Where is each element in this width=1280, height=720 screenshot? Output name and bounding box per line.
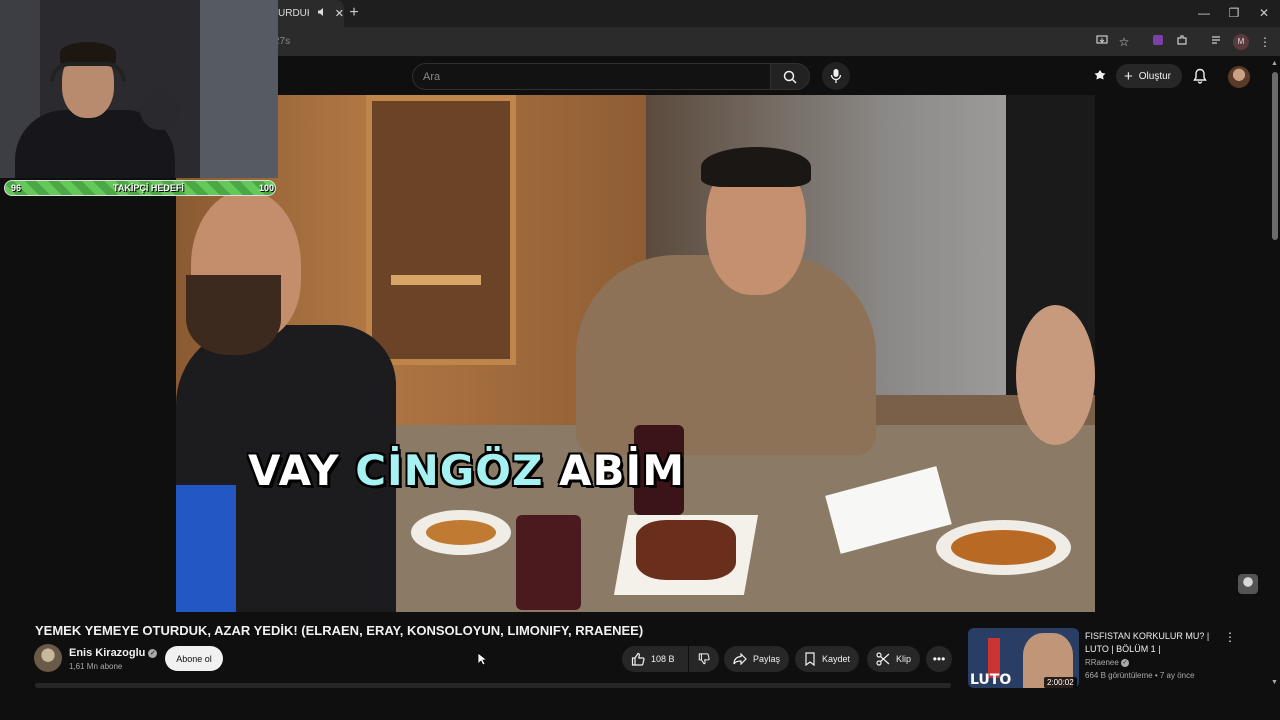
video-shelf (391, 275, 481, 285)
video-soup-left (426, 520, 496, 545)
video-caption: VAY CİNGÖZ ABİM (248, 446, 685, 495)
share-label: Paylaş (753, 654, 781, 664)
create-button[interactable]: + Oluştur (1116, 64, 1182, 88)
video-glass (516, 515, 581, 610)
recommended-video-channel[interactable]: RRaenee ✓ (1085, 658, 1130, 667)
description-box-edge[interactable] (35, 683, 951, 688)
speaker-icon[interactable] (317, 7, 327, 20)
clip-label: Klip (896, 654, 912, 664)
media-icon[interactable] (1209, 34, 1225, 50)
webcam-streamer-hair (60, 42, 116, 64)
microphone-icon (830, 69, 842, 83)
clip-button[interactable]: Klip (867, 646, 921, 672)
more-actions-button[interactable]: ••• (926, 646, 952, 672)
close-window-icon[interactable]: ✕ (1254, 4, 1274, 22)
thumbs-down-icon (698, 653, 710, 665)
video-food (636, 520, 736, 580)
extension-icon[interactable] (1150, 34, 1166, 50)
search-input[interactable]: Ara (412, 63, 770, 90)
create-label: Oluştur (1138, 70, 1171, 82)
tab-title: URDUK, (278, 8, 309, 19)
browser-tab[interactable]: URDUK, ✕ (272, 0, 344, 27)
plus-icon[interactable]: + (346, 5, 362, 21)
profile-initial: M (1237, 37, 1245, 46)
recommended-video-meta: 664 B görüntüleme • 7 ay önce (1085, 671, 1195, 680)
follower-goal-bar: 96 TAKİPÇİ HEDEFİ 100 (4, 180, 276, 196)
video-person-left-beard (186, 275, 281, 355)
voice-search-button[interactable] (822, 62, 850, 90)
share-icon (733, 653, 747, 665)
recommended-channel-name: RRaenee (1085, 658, 1119, 667)
install-icon[interactable] (1094, 34, 1110, 50)
scroll-down-icon[interactable]: ▼ (1271, 679, 1279, 687)
caption-word-3: ABİM (543, 446, 685, 495)
follow-goal-current: 96 (11, 183, 22, 193)
thumbs-up-icon (631, 652, 645, 666)
channel-name-text: Enis Kirazoglu (69, 647, 146, 659)
bookmark-icon (805, 652, 815, 666)
account-avatar[interactable] (1228, 66, 1250, 88)
caption-word-1: VAY (248, 446, 356, 495)
verified-icon: ✓ (1121, 658, 1130, 667)
video-watermark-avatar (1238, 574, 1258, 594)
microphone-icon (140, 90, 180, 130)
follow-goal-label: TAKİPÇİ HEDEFİ (113, 183, 184, 193)
video-person-blue-sleeve (176, 485, 236, 612)
star-icon[interactable]: ☆ (1116, 34, 1132, 50)
thumbnail-text: LUTO (970, 672, 1012, 688)
mouse-cursor-icon (477, 652, 487, 666)
verified-icon: ✓ (148, 648, 158, 658)
search-icon (783, 70, 797, 84)
follow-goal-target: 100 (259, 183, 275, 193)
webcam-wall (200, 0, 278, 178)
profile-icon[interactable]: M (1233, 34, 1249, 50)
search-button[interactable] (770, 63, 810, 90)
subscribe-button[interactable]: Abone ol (165, 646, 223, 671)
close-icon[interactable]: ✕ (335, 7, 344, 20)
puzzle-icon[interactable] (1174, 34, 1190, 50)
search-placeholder: Ara (423, 71, 441, 83)
more-horizontal-icon: ••• (932, 652, 946, 666)
video-player[interactable] (176, 95, 1095, 612)
save-button[interactable]: Kaydet (795, 646, 860, 672)
like-button[interactable]: 108 B (622, 646, 688, 672)
headphones-icon (50, 62, 126, 82)
scissors-icon (876, 652, 890, 666)
video-person-right-head (1016, 305, 1095, 445)
dislike-button[interactable] (689, 646, 719, 672)
streamer-webcam (0, 0, 278, 178)
channel-name[interactable]: Enis Kirazoglu ✓ (69, 647, 158, 659)
kebab-icon[interactable]: ⋮ (1224, 630, 1236, 644)
page-bottom (0, 690, 1280, 720)
studio-icon[interactable] (1092, 69, 1108, 85)
video-duration-badge: 2:00:02 (1044, 677, 1077, 688)
caption-highlight: CİNGÖZ (355, 446, 544, 495)
minimize-icon[interactable]: — (1194, 4, 1214, 22)
save-label: Kaydet (822, 654, 851, 664)
recommended-video-title[interactable]: FISFISTAN KORKULUR MU? | LUTO | BÖLÜM 1 … (1085, 630, 1215, 656)
channel-avatar[interactable] (34, 644, 62, 672)
like-count: 108 B (651, 654, 675, 664)
notifications-bell-icon[interactable] (1193, 68, 1209, 86)
kebab-icon[interactable]: ⋮ (1257, 34, 1273, 50)
restore-icon[interactable]: ❐ (1224, 4, 1244, 22)
video-title: YEMEK YEMEYE OTURDUK, AZAR YEDİK! (ELRAE… (35, 623, 644, 638)
video-cabinet-glass (366, 95, 516, 365)
video-soup-right (951, 530, 1056, 565)
channel-subscribers: 1,61 Mn abone (69, 662, 123, 671)
plus-icon: + (1124, 67, 1133, 85)
video-person-center-hair (701, 147, 811, 187)
scrollbar-thumb[interactable] (1272, 72, 1278, 240)
share-button[interactable]: Paylaş (724, 646, 790, 672)
scroll-up-icon[interactable]: ▲ (1271, 60, 1279, 68)
